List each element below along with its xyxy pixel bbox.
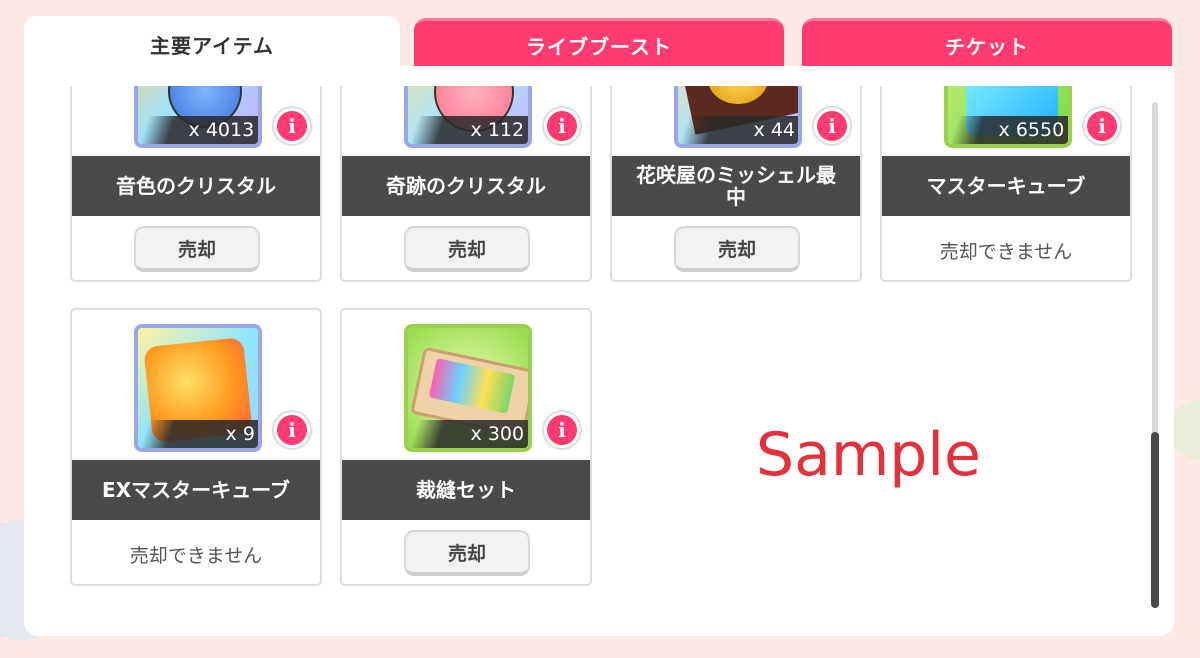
item-quantity: x 4013 bbox=[188, 119, 255, 141]
item-card-ex-master-cube: x 9 i EXマスターキューブ 売却できません bbox=[70, 308, 322, 586]
item-card-miracle-crystal: x 112 i 奇跡のクリスタル 売却 bbox=[340, 86, 592, 282]
item-quantity: x 6550 bbox=[998, 119, 1065, 141]
tab-tickets[interactable]: チケット bbox=[802, 18, 1172, 70]
sell-button[interactable]: 売却 bbox=[404, 226, 530, 272]
info-button[interactable]: i bbox=[812, 106, 852, 146]
item-quantity: x 300 bbox=[470, 423, 525, 445]
info-icon: i bbox=[547, 415, 577, 445]
item-name: EXマスターキューブ bbox=[72, 460, 320, 520]
not-sellable-label: 売却できません bbox=[129, 544, 263, 567]
tab-live-boost[interactable]: ライブブースト bbox=[414, 18, 784, 70]
item-card-music-crystal: x 4013 i 音色のクリスタル 売却 bbox=[70, 86, 322, 282]
item-card-sewing-set: x 300 i 裁縫セット 売却 bbox=[340, 308, 592, 586]
miracle-crystal-icon: x 112 bbox=[404, 86, 532, 148]
info-icon: i bbox=[277, 111, 307, 141]
ex-master-cube-icon: x 9 bbox=[134, 324, 262, 452]
info-button[interactable]: i bbox=[272, 410, 312, 450]
item-name: 裁縫セット bbox=[342, 460, 590, 520]
item-name: 奇跡のクリスタル bbox=[342, 156, 590, 216]
item-quantity: x 9 bbox=[225, 423, 255, 445]
item-name: 花咲屋のミッシェル最中 bbox=[612, 156, 860, 216]
info-button[interactable]: i bbox=[272, 106, 312, 146]
info-icon: i bbox=[547, 111, 577, 141]
info-icon: i bbox=[1087, 111, 1117, 141]
sell-button[interactable]: 売却 bbox=[404, 530, 530, 576]
item-grid: x 4013 i 音色のクリスタル 売却 x 112 i 奇跡のクリスタル 売却… bbox=[24, 86, 1144, 616]
info-button[interactable]: i bbox=[1082, 106, 1122, 146]
info-button[interactable]: i bbox=[542, 106, 582, 146]
sewing-set-icon: x 300 bbox=[404, 324, 532, 452]
not-sellable-label: 売却できません bbox=[939, 240, 1073, 263]
sample-watermark: Sample bbox=[756, 420, 981, 490]
item-card-monaka: x 44 i 花咲屋のミッシェル最中 売却 bbox=[610, 86, 862, 282]
monaka-icon: x 44 bbox=[674, 86, 802, 148]
info-button[interactable]: i bbox=[542, 410, 582, 450]
info-icon: i bbox=[817, 111, 847, 141]
sell-button[interactable]: 売却 bbox=[674, 226, 800, 272]
item-quantity: x 112 bbox=[470, 119, 525, 141]
background-decoration bbox=[1170, 400, 1200, 460]
item-card-master-cube: x 6550 i マスターキューブ 売却できません bbox=[880, 86, 1132, 282]
master-cube-icon: x 6550 bbox=[944, 86, 1072, 148]
music-crystal-icon: x 4013 bbox=[134, 86, 262, 148]
info-icon: i bbox=[277, 415, 307, 445]
item-quantity: x 44 bbox=[753, 119, 795, 141]
item-name: マスターキューブ bbox=[882, 156, 1130, 216]
scrollbar-thumb[interactable] bbox=[1151, 432, 1159, 608]
item-name: 音色のクリスタル bbox=[72, 156, 320, 216]
tab-main-items[interactable]: 主要アイテム bbox=[24, 16, 400, 72]
sell-button[interactable]: 売却 bbox=[134, 226, 260, 272]
